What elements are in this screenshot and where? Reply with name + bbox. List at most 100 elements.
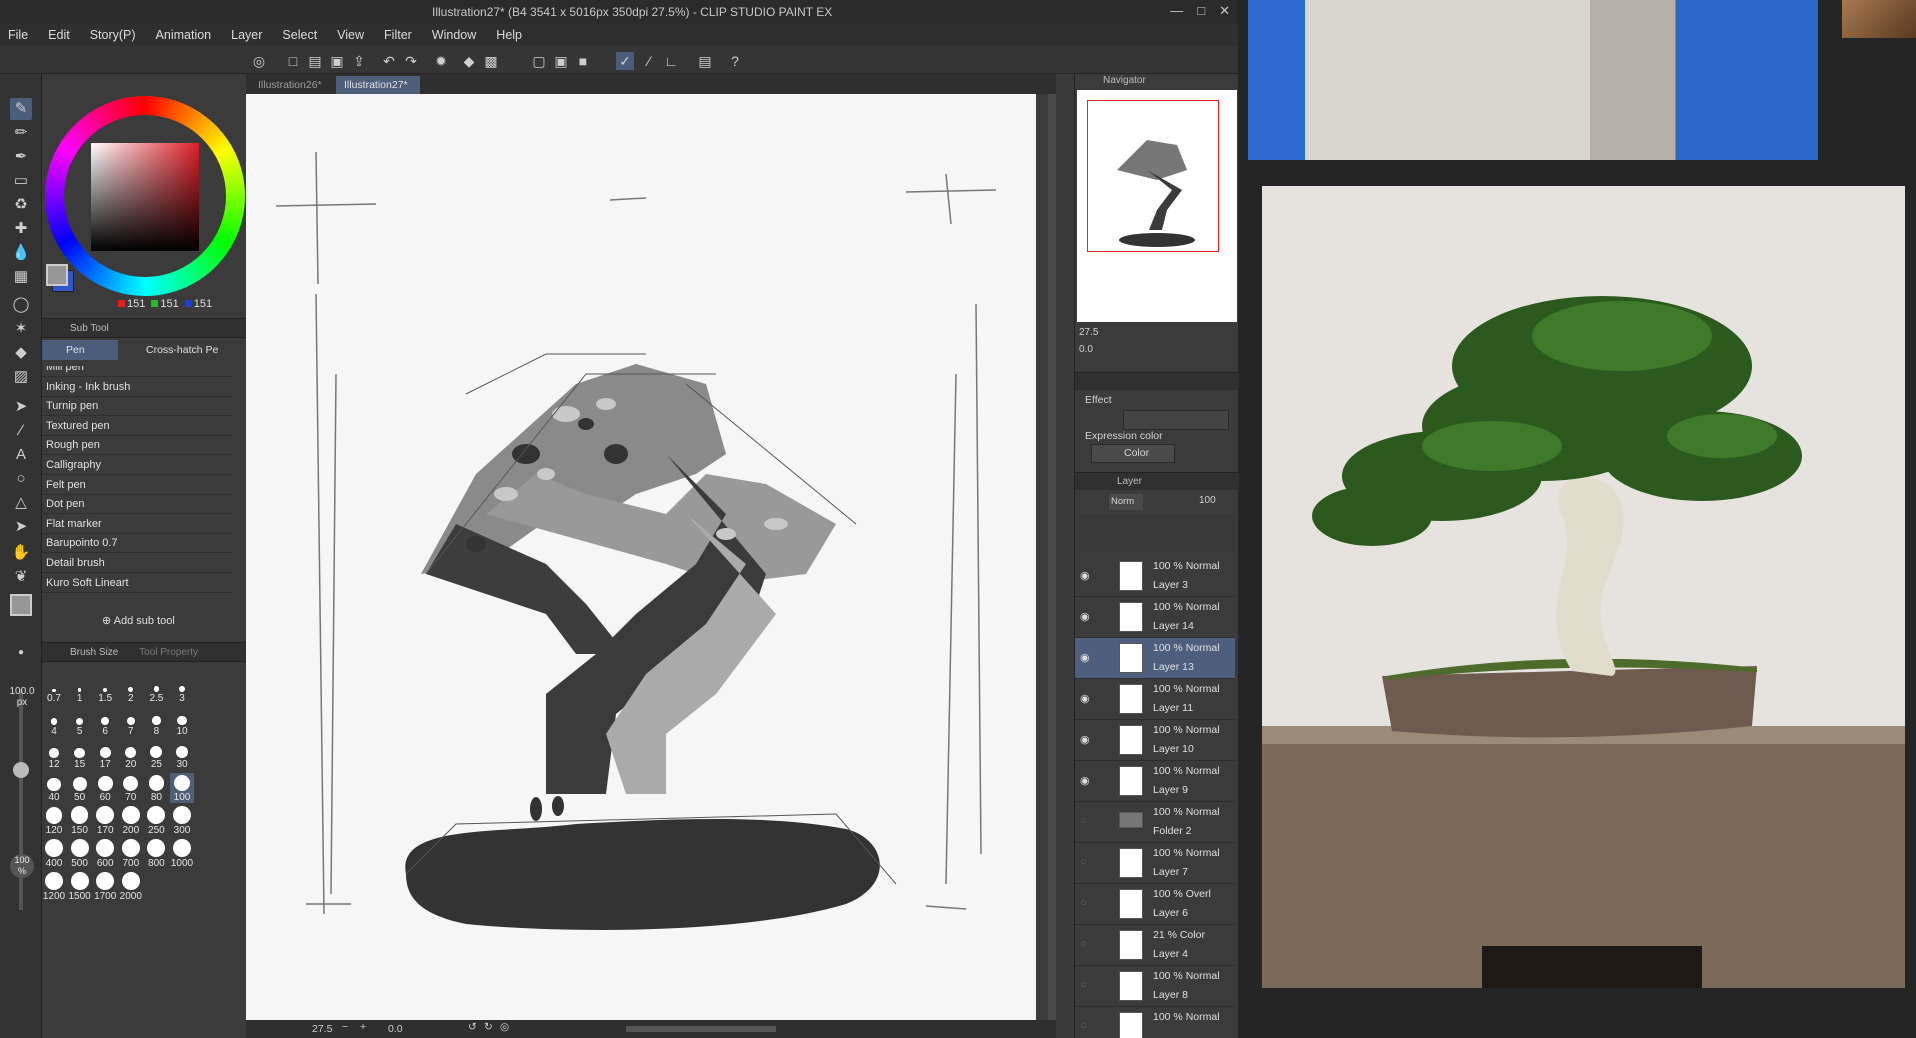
- brush-size-preset[interactable]: 400: [42, 839, 66, 869]
- size-slider-icon[interactable]: ●: [10, 642, 32, 664]
- layer-row[interactable]: ○ 100 % Normal: [1075, 1007, 1235, 1038]
- frame-tool-icon[interactable]: ▦: [10, 266, 32, 288]
- brush-tool-icon[interactable]: ✒: [10, 146, 32, 168]
- rotate-left-icon[interactable]: ↺: [468, 1021, 477, 1033]
- layer-row[interactable]: ◉ 100 % Normal Layer 10: [1075, 720, 1235, 761]
- rotation-value[interactable]: 0.0: [388, 1023, 403, 1035]
- export-icon[interactable]: ⇪: [350, 52, 368, 70]
- main-color-swatch[interactable]: [10, 594, 32, 616]
- menu-view[interactable]: View: [337, 28, 364, 42]
- brush-item[interactable]: Kuro Soft Lineart: [42, 574, 232, 593]
- brush-size-preset[interactable]: 20: [119, 740, 143, 770]
- expression-color-select[interactable]: Color: [1091, 444, 1175, 463]
- menu-layer[interactable]: Layer: [231, 28, 262, 42]
- main-color-swatch-panel[interactable]: [46, 264, 68, 286]
- layer-row[interactable]: ○ 100 % Overl Layer 6: [1075, 884, 1235, 925]
- blend-mode-select[interactable]: Norm: [1109, 494, 1143, 510]
- brush-size-preset[interactable]: 40: [42, 773, 66, 803]
- brush-item[interactable]: Dot pen: [42, 495, 232, 515]
- help-icon[interactable]: ?: [726, 52, 744, 70]
- brush-size-preset[interactable]: 8: [144, 707, 168, 737]
- brush-size-preset[interactable]: 4: [42, 707, 66, 737]
- magic-wand-tool-icon[interactable]: ✶: [10, 318, 32, 340]
- brush-size-preset[interactable]: 30: [170, 740, 194, 770]
- eye-icon[interactable]: ◉: [1080, 733, 1090, 746]
- minimize-icon[interactable]: —: [1170, 3, 1183, 19]
- canvas-horizontal-scrollbar[interactable]: [626, 1026, 776, 1032]
- selection-invert-icon[interactable]: ▣: [552, 52, 570, 70]
- selection-show-icon[interactable]: ■: [574, 52, 592, 70]
- tab-tool-property[interactable]: Tool Property: [139, 647, 198, 658]
- layer-row[interactable]: ◉ 100 % Normal Layer 13: [1075, 638, 1235, 679]
- layer-row[interactable]: ○ 100 % Normal Folder 2: [1075, 802, 1235, 843]
- eye-icon[interactable]: ◉: [1080, 774, 1090, 787]
- brush-item[interactable]: Felt pen: [42, 476, 232, 495]
- eye-icon[interactable]: ○: [1080, 938, 1087, 950]
- brush-size-preset[interactable]: 17: [93, 740, 117, 770]
- brush-size-preset[interactable]: 1: [68, 674, 92, 704]
- brush-item[interactable]: Calligraphy: [42, 456, 232, 475]
- open-file-icon[interactable]: ▤: [306, 52, 324, 70]
- eye-icon[interactable]: ◉: [1080, 651, 1090, 664]
- brush-size-preset[interactable]: 3: [170, 674, 194, 704]
- text-tool-icon[interactable]: A: [10, 444, 32, 466]
- balloon-tool-icon[interactable]: ○: [10, 468, 32, 490]
- brush-size-preset[interactable]: 150: [68, 806, 92, 836]
- brush-size-preset[interactable]: 12: [42, 740, 66, 770]
- close-icon[interactable]: ✕: [1219, 3, 1230, 19]
- brush-size-preset[interactable]: 15: [68, 740, 92, 770]
- navigator-view-frame[interactable]: [1087, 100, 1219, 252]
- menu-select[interactable]: Select: [282, 28, 317, 42]
- brush-size-preset[interactable]: 120: [42, 806, 66, 836]
- tab-illustration27[interactable]: Illustration27*: [336, 76, 420, 94]
- fill-tool-icon[interactable]: ◆: [10, 342, 32, 364]
- transform-icon[interactable]: ▩: [482, 52, 500, 70]
- brush-size-preset[interactable]: 1200: [42, 872, 66, 902]
- drawing-canvas[interactable]: [246, 94, 1036, 1020]
- new-file-icon[interactable]: □: [284, 52, 302, 70]
- brush-size-preset[interactable]: 700: [119, 839, 143, 869]
- navigator-zoom[interactable]: 27.5: [1079, 327, 1098, 338]
- brush-size-preset[interactable]: 5: [68, 707, 92, 737]
- tab-brush-size[interactable]: Brush Size: [70, 647, 118, 658]
- layer-row[interactable]: ◉ 100 % Normal Layer 11: [1075, 679, 1235, 720]
- rotate-right-icon[interactable]: ↻: [484, 1021, 493, 1033]
- spray-tool-icon[interactable]: ♻: [10, 194, 32, 216]
- layer-row[interactable]: ◉ 100 % Normal Layer 3: [1075, 556, 1235, 597]
- eye-icon[interactable]: ○: [1080, 979, 1087, 991]
- selection-clear-icon[interactable]: ▢: [530, 52, 548, 70]
- brush-size-preset[interactable]: 200: [119, 806, 143, 836]
- brush-size-preset[interactable]: 7: [119, 707, 143, 737]
- save-icon[interactable]: ▣: [328, 52, 346, 70]
- brush-item[interactable]: Barupointo 0.7: [42, 534, 232, 554]
- brush-size-preset[interactable]: 800: [144, 839, 168, 869]
- maximize-icon[interactable]: □: [1197, 3, 1205, 19]
- menu-story[interactable]: Story(P): [90, 28, 136, 42]
- lasso-tool-icon[interactable]: ◯: [10, 294, 32, 316]
- brush-size-preset[interactable]: 1500: [68, 872, 92, 902]
- menu-file[interactable]: File: [8, 28, 28, 42]
- layer-toolbar[interactable]: [1079, 514, 1235, 552]
- layer-row[interactable]: ○ 100 % Normal Layer 7: [1075, 843, 1235, 884]
- brush-size-preset[interactable]: 2.5: [144, 674, 168, 704]
- brush-item[interactable]: Textured pen: [42, 417, 232, 436]
- blend-tool-icon[interactable]: 💧: [10, 242, 32, 264]
- brush-item[interactable]: Flat marker: [42, 515, 232, 534]
- correct-line-tool-icon[interactable]: ➤: [10, 516, 32, 538]
- layer-row[interactable]: ○ 100 % Normal Layer 8: [1075, 966, 1235, 1007]
- gradient-tool-icon[interactable]: ▨: [10, 366, 32, 388]
- brush-size-value[interactable]: 100.0 px: [4, 686, 40, 708]
- clip-studio-icon[interactable]: ◎: [250, 52, 268, 70]
- menu-animation[interactable]: Animation: [156, 28, 212, 42]
- fill-icon[interactable]: ◆: [460, 52, 478, 70]
- hand-tool-icon[interactable]: ✋: [10, 542, 32, 564]
- tab-pen[interactable]: Pen: [42, 340, 118, 360]
- opacity-readout[interactable]: 100%: [10, 854, 34, 878]
- ruler-tool-icon[interactable]: △: [10, 492, 32, 514]
- brush-size-preset[interactable]: 10: [170, 707, 194, 737]
- eye-icon[interactable]: ○: [1080, 815, 1087, 827]
- brush-size-preset[interactable]: 2: [119, 674, 143, 704]
- eye-icon[interactable]: ○: [1080, 856, 1087, 868]
- line-tool-icon[interactable]: ∕: [10, 420, 32, 442]
- menu-window[interactable]: Window: [432, 28, 476, 42]
